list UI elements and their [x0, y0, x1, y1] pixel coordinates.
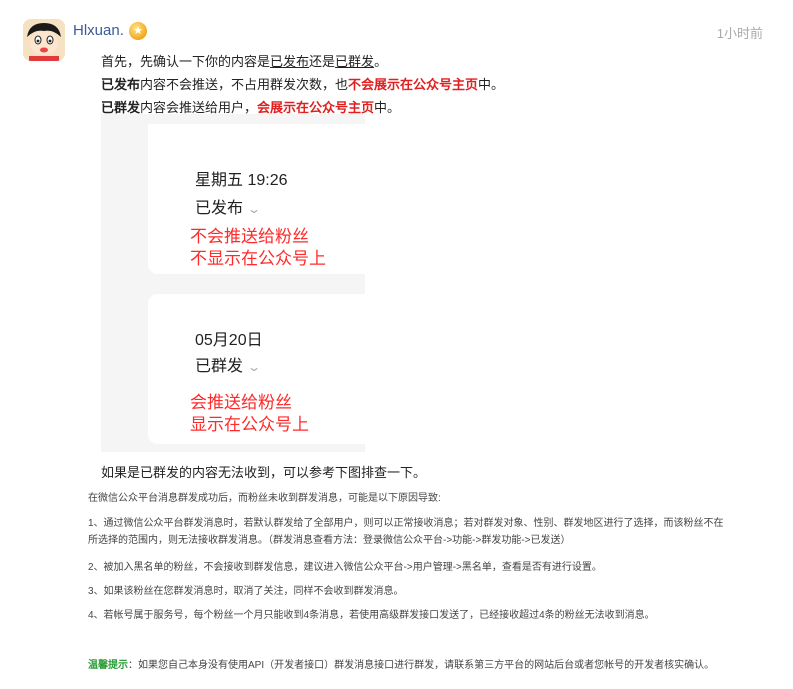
annotation-line: 不会推送给粉丝: [190, 227, 309, 246]
text-segment: 内容不会推送，不占用群发次数，也: [140, 77, 349, 92]
reference-tip: 温馨提示：如果您自己本身没有使用API（开发者接口）群发消息接口进行群发，请联系…: [88, 656, 714, 671]
card-date: 05月20日: [195, 332, 263, 349]
bold-text: 已发布: [101, 77, 141, 92]
avatar[interactable]: [23, 19, 65, 61]
reference-item-2: 2、被加入黑名单的粉丝，不会接收到群发信息，建议进入微信公众平台->用户管理->…: [88, 562, 602, 573]
text-segment: 。: [374, 54, 388, 69]
article-card-broadcast: 05月20日 已群发 ⌄ 会推送给粉丝 显示在公众号上: [148, 294, 365, 444]
text-segment: 内容会推送给用户，: [140, 100, 258, 115]
card-date: 星期五 19:26: [195, 172, 288, 189]
highlight-text: 不会展示在公众号主页: [348, 77, 479, 92]
reference-item-1-line-1: 1、通过微信公众平台群发消息时，若默认群发给了全部用户，则可以正常接收消息；若对…: [88, 518, 724, 529]
card-annotation: 不会推送给粉丝 不显示在公众号上: [190, 226, 326, 270]
card-status: 已发布 ⌄: [195, 194, 262, 218]
cartoon-avatar-icon: [23, 19, 65, 61]
status-text: 已发布: [195, 200, 244, 217]
text-segment: 中。: [374, 100, 401, 115]
post-time: 1小时前: [716, 26, 763, 41]
underlined-text: 已群发: [335, 54, 375, 69]
star-medal-icon: ★: [129, 22, 147, 40]
username-link[interactable]: Hlxuan.: [73, 22, 124, 39]
chevron-down-icon: ⌄: [247, 202, 262, 216]
card-annotation: 会推送给粉丝 显示在公众号上: [190, 392, 309, 436]
text-segment: 中。: [478, 77, 505, 92]
tip-text: ：如果您自己本身没有使用API（开发者接口）群发消息接口进行群发，请联系第三方平…: [128, 660, 715, 671]
embedded-screenshot[interactable]: 星期五 19:26 已发布 ⌄ 不会推送给粉丝 不显示在公众号上 05月20日 已…: [101, 114, 365, 452]
text-segment: 首先，先确认一下你的内容是: [101, 54, 271, 69]
reference-item-1-line-2: 所选择的范围内，则无法接收群发消息。（群发消息查看方法：登录微信公众平台->功能…: [88, 535, 571, 546]
chevron-down-icon: ⌄: [247, 360, 262, 374]
annotation-line: 显示在公众号上: [190, 415, 309, 434]
text-segment: 还是: [309, 54, 336, 69]
follow-up-text: 如果是已群发的内容无法收到，可以参考下图排查一下。: [101, 465, 427, 480]
status-text: 已群发: [195, 358, 244, 375]
card-status: 已群发 ⌄: [195, 352, 262, 376]
annotation-line: 不显示在公众号上: [190, 249, 326, 268]
annotation-line: 会推送给粉丝: [190, 393, 292, 412]
answer-line-1: 首先，先确认一下你的内容是已发布还是已群发。: [101, 51, 387, 70]
bold-text: 已群发: [101, 100, 141, 115]
underlined-text: 已发布: [270, 54, 310, 69]
highlight-text: 会展示在公众号主页: [257, 100, 375, 115]
reference-item-3: 3、如果该粉丝在您群发消息时，取消了关注，同样不会收到群发消息。: [88, 586, 404, 597]
reference-item-4: 4、若帐号属于服务号，每个粉丝一个月只能收到4条消息，若使用高级群发接口发送了，…: [88, 610, 655, 621]
tip-label: 温馨提示: [88, 660, 128, 671]
answer-line-2: 已发布内容不会推送，不占用群发次数，也不会展示在公众号主页中。: [101, 74, 504, 93]
reference-intro: 在微信公众平台消息群发成功后，而粉丝未收到群发消息，可能是以下原因导致:: [88, 493, 441, 504]
article-card-published: 星期五 19:26 已发布 ⌄ 不会推送给粉丝 不显示在公众号上: [148, 124, 365, 274]
